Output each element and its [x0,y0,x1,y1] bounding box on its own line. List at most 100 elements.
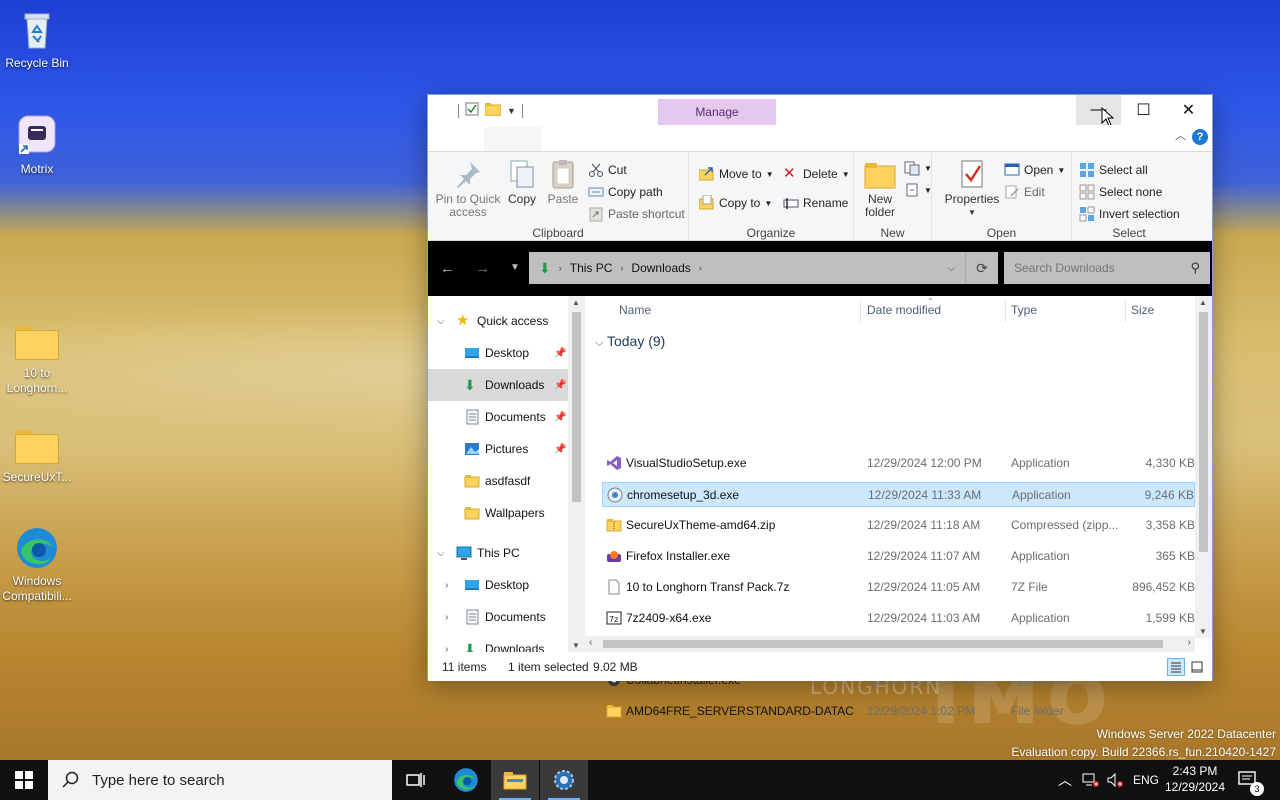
edit-button[interactable]: Edit [1004,182,1045,202]
scroll-up-icon[interactable]: ▲ [1199,298,1207,307]
table-row[interactable]: chromesetup_3d.exe 12/29/2024 11:33 AM App… [602,482,1195,507]
paste-button[interactable]: Paste [545,158,581,206]
tab-application-tools[interactable] [484,127,542,151]
content-horizontal-scrollbar[interactable]: ‹ › [585,636,1195,652]
nav-item-desktop[interactable]: Desktop 📌 [428,337,568,369]
scroll-right-icon[interactable]: › [1188,637,1191,648]
content-vertical-scrollbar[interactable]: ▲ ▼ [1195,296,1212,638]
table-row[interactable]: 7z 7z2409-x64.exe 12/29/2024 11:03 AM Appli… [602,606,1195,631]
nav-item-downloads[interactable]: ⬇ Downloads 📌 [428,369,568,401]
table-row[interactable]: SecureUxTheme-amd64.zip 12/29/2024 11:18 … [602,513,1195,538]
tab-manage[interactable]: Manage [658,99,776,125]
column-divider[interactable] [1005,300,1006,322]
scrollbar-thumb[interactable] [1199,312,1208,552]
easy-access-button[interactable]: ▼ [904,180,932,200]
input-language[interactable]: ENG [1133,760,1159,800]
desktop-icon-motrix[interactable]: Motrix [0,114,74,177]
back-arrow-icon[interactable]: ← [440,260,455,277]
select-all-button[interactable]: Select all [1079,160,1148,180]
delete-button[interactable]: ✕ Delete ▼ [783,164,850,184]
nav-item-wallpapers[interactable]: Wallpapers [428,497,568,529]
desktop-icon-recycle-bin[interactable]: Recycle Bin [0,8,74,71]
desktop-icon-secureux-folder[interactable]: SecureUxT... [0,424,74,485]
address-dropdown-icon[interactable]: ⌵ [947,263,955,274]
scroll-left-icon[interactable]: ‹ [589,637,592,648]
recent-locations-icon[interactable]: ▼ [510,262,520,273]
rename-button[interactable]: Rename [783,193,848,213]
close-button[interactable]: ✕ [1166,95,1211,125]
file-type: Application [1011,456,1070,470]
nav-pc-desktop[interactable]: › Desktop [428,569,568,601]
pin-to-quick-access-button[interactable]: Pin to Quick access [434,158,502,219]
qat-dropdown-icon[interactable]: ▼ [507,106,516,116]
group-header-today[interactable]: ⌵ Today (9) [595,333,665,350]
table-row[interactable]: AMD64FRE_SERVERSTANDARD-DATACEN... 12/29/… [602,699,1195,724]
details-view-button[interactable] [1167,658,1185,676]
copy-to-button[interactable]: Copy to ▼ [698,193,772,213]
cut-button[interactable]: Cut [588,160,627,180]
show-hidden-icons[interactable]: ︿ [1058,760,1072,800]
taskbar-settings-button[interactable] [540,760,588,800]
properties-qat-icon[interactable] [465,102,479,119]
scrollbar-thumb[interactable] [572,312,581,502]
taskbar-file-explorer-button[interactable] [491,760,539,800]
nav-item-documents[interactable]: Documents 📌 [428,401,568,433]
search-input[interactable]: Search Downloads ⚲ [1004,252,1210,284]
table-row[interactable]: 10 to Longhorn Transf Pack.7z 12/29/2024 … [602,575,1195,600]
scroll-down-icon[interactable]: ▼ [572,641,580,650]
desktop-icon-longhorn-folder[interactable]: 10 to Longhorn... [0,320,74,396]
taskbar-search-box[interactable]: Type here to search [48,760,392,800]
taskbar-edge-button[interactable] [442,760,490,800]
nav-item-pictures[interactable]: Pictures 📌 [428,433,568,465]
paste-shortcut-button[interactable]: Paste shortcut [588,204,685,224]
column-divider[interactable] [860,300,861,322]
select-none-button[interactable]: Select none [1079,182,1162,202]
collapse-ribbon-icon[interactable]: ︿ [1175,127,1186,143]
ribbon-group-open: Properties ▼ Open ▼ Edit Open [932,152,1072,242]
start-button[interactable] [0,760,48,800]
move-to-button[interactable]: Move to ▼ [698,164,774,184]
open-button[interactable]: Open ▼ [1004,160,1065,180]
breadcrumb-downloads[interactable]: Downloads [631,261,690,275]
column-divider[interactable] [1125,300,1126,322]
copy-button[interactable]: Copy [504,158,540,206]
breadcrumb-this-pc[interactable]: This PC [570,261,613,275]
nav-pc-downloads[interactable]: › ⬇ Downloads [428,633,568,652]
status-bar: 11 items 1 item selected 9.02 MB [428,652,1212,681]
refresh-button[interactable]: ⟳ [965,252,998,284]
network-icon[interactable] [1082,760,1100,800]
new-folder-qat-icon[interactable] [484,102,502,119]
new-folder-button[interactable]: New folder [860,158,900,219]
star-icon: ★ [456,312,470,329]
title-bar[interactable]: ▼ Manage — ☐ ✕ [428,95,1212,127]
volume-muted-icon[interactable] [1106,760,1124,800]
notifications-button[interactable]: 3 [1238,760,1264,800]
group-collapse-icon: ⌵ [595,337,604,349]
scroll-up-icon[interactable]: ▲ [572,298,580,307]
column-header-name[interactable]: Name [619,296,651,324]
task-view-button[interactable] [392,760,440,800]
table-row[interactable]: VisualStudioSetup.exe 12/29/2024 12:00 PM… [602,451,1195,476]
scroll-down-icon[interactable]: ▼ [1199,627,1207,636]
table-row[interactable]: Firefox Installer.exe 12/29/2024 11:07 AM… [602,544,1195,569]
desktop-icon-edge[interactable]: Windows Compatibili... [0,526,74,604]
properties-button[interactable]: Properties ▼ [942,158,1002,219]
address-bar[interactable]: ⬇ › This PC › Downloads › ⌵ [529,252,965,284]
column-header-type[interactable]: Type [1011,296,1037,324]
new-item-button[interactable]: ▼ [904,158,932,178]
large-icons-view-button[interactable] [1188,658,1206,676]
nav-item-asdfasdf[interactable]: asdfasdf [428,465,568,497]
invert-selection-button[interactable]: Invert selection [1079,204,1180,224]
maximize-button[interactable]: ☐ [1121,95,1166,125]
help-icon[interactable]: ? [1192,129,1208,145]
desktop-icon-label: SecureUxT... [2,470,72,484]
nav-scrollbar[interactable]: ▲ ▼ [568,296,585,652]
forward-arrow-icon[interactable]: → [475,260,490,277]
clock[interactable]: 2:43 PM 12/29/2024 [1160,763,1230,795]
scrollbar-thumb[interactable] [603,640,1163,648]
column-header-size[interactable]: Size [1131,296,1154,324]
nav-pc-documents[interactable]: › Documents [428,601,568,633]
copy-path-button[interactable]: Copy path [588,182,663,202]
nav-this-pc[interactable]: ⌵ This PC [428,537,568,569]
nav-quick-access[interactable]: ⌵ ★ Quick access [428,305,568,337]
